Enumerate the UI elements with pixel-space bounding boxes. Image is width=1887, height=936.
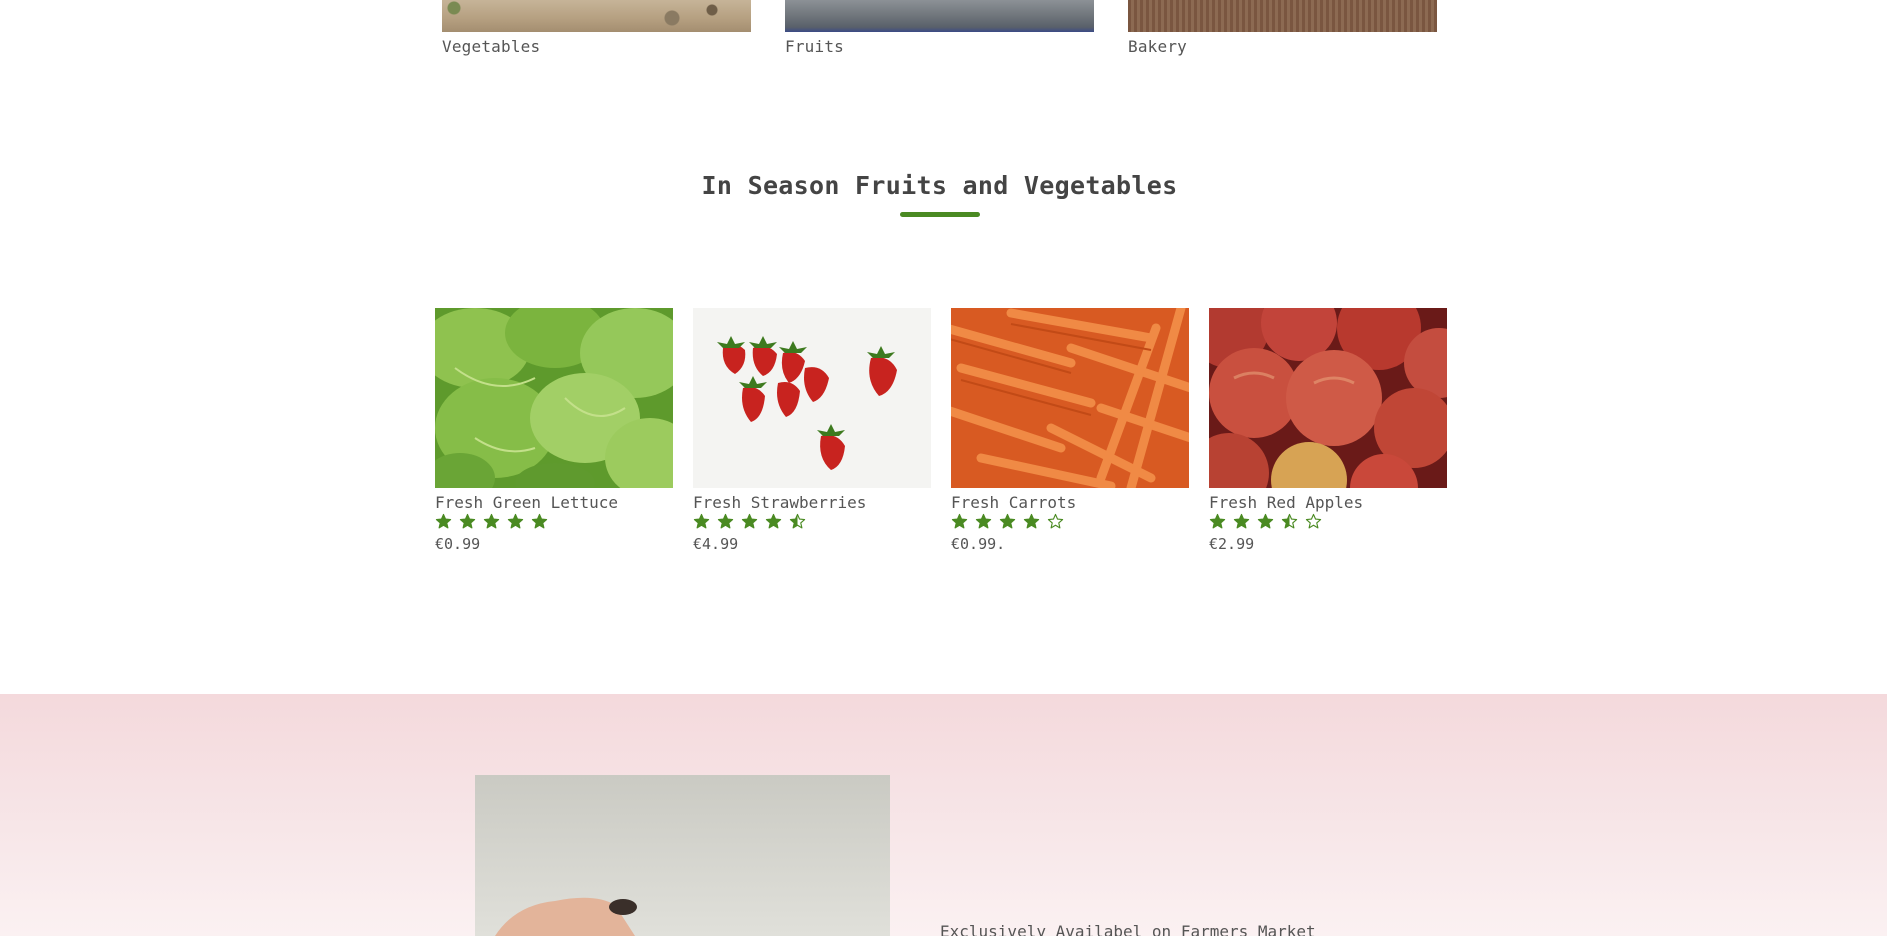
rating-stars (951, 513, 1064, 531)
rating-stars (693, 513, 806, 531)
star-empty-icon (1047, 513, 1064, 529)
star-empty-icon (1305, 513, 1322, 529)
promo-banner: Exclusively Availabel on Farmers Market (0, 694, 1887, 936)
star-half-icon (1281, 513, 1298, 529)
star-icon (1233, 513, 1250, 529)
product-price: €0.99. (951, 535, 1006, 553)
category-label[interactable]: Bakery (1128, 37, 1187, 56)
star-icon (1209, 513, 1226, 529)
product-price: €0.99 (435, 535, 481, 553)
product-card[interactable]: Fresh Carrots €0.99. (951, 308, 1189, 553)
product-image-carrots[interactable] (951, 308, 1189, 488)
product-price: €4.99 (693, 535, 739, 553)
product-image-apples[interactable] (1209, 308, 1447, 488)
product-price: €2.99 (1209, 535, 1255, 553)
rating-stars (1209, 513, 1322, 531)
product-name[interactable]: Fresh Red Apples (1209, 493, 1363, 512)
star-icon (951, 513, 968, 529)
promo-image (475, 775, 890, 936)
star-icon (483, 513, 500, 529)
page: Vegetables Fruits Bakery In Season Fruit… (0, 0, 1887, 936)
star-icon (435, 513, 452, 529)
category-card-vegetables[interactable]: Vegetables (442, 0, 751, 56)
product-name[interactable]: Fresh Carrots (951, 493, 1076, 512)
star-icon (765, 513, 782, 529)
star-icon (693, 513, 710, 529)
star-icon (975, 513, 992, 529)
star-icon (999, 513, 1016, 529)
star-icon (717, 513, 734, 529)
category-label[interactable]: Fruits (785, 37, 844, 56)
star-icon (531, 513, 548, 529)
product-card[interactable]: Fresh Red Apples €2.99 (1209, 308, 1447, 553)
product-name[interactable]: Fresh Green Lettuce (435, 493, 618, 512)
rating-stars (435, 513, 548, 531)
product-card[interactable]: Fresh Strawberries €4.99 (693, 308, 931, 553)
product-image-strawberries[interactable] (693, 308, 931, 488)
promo-text: Exclusively Availabel on Farmers Market (940, 922, 1316, 936)
category-image-fruits[interactable] (785, 0, 1094, 32)
product-card[interactable]: Fresh Green Lettuce €0.99 (435, 308, 673, 553)
product-image-lettuce[interactable] (435, 308, 673, 488)
category-label[interactable]: Vegetables (442, 37, 540, 56)
star-icon (459, 513, 476, 529)
star-half-icon (789, 513, 806, 529)
star-icon (1257, 513, 1274, 529)
category-image-bakery[interactable] (1128, 0, 1437, 32)
category-card-fruits[interactable]: Fruits (785, 0, 1094, 56)
product-name[interactable]: Fresh Strawberries (693, 493, 866, 512)
star-icon (1023, 513, 1040, 529)
star-icon (741, 513, 758, 529)
star-icon (507, 513, 524, 529)
section-title: In Season Fruits and Vegetables (701, 171, 1178, 200)
category-image-vegetables[interactable] (442, 0, 751, 32)
title-underline (900, 212, 980, 217)
category-strip: Vegetables Fruits Bakery (442, 0, 1438, 60)
category-card-bakery[interactable]: Bakery (1128, 0, 1437, 56)
